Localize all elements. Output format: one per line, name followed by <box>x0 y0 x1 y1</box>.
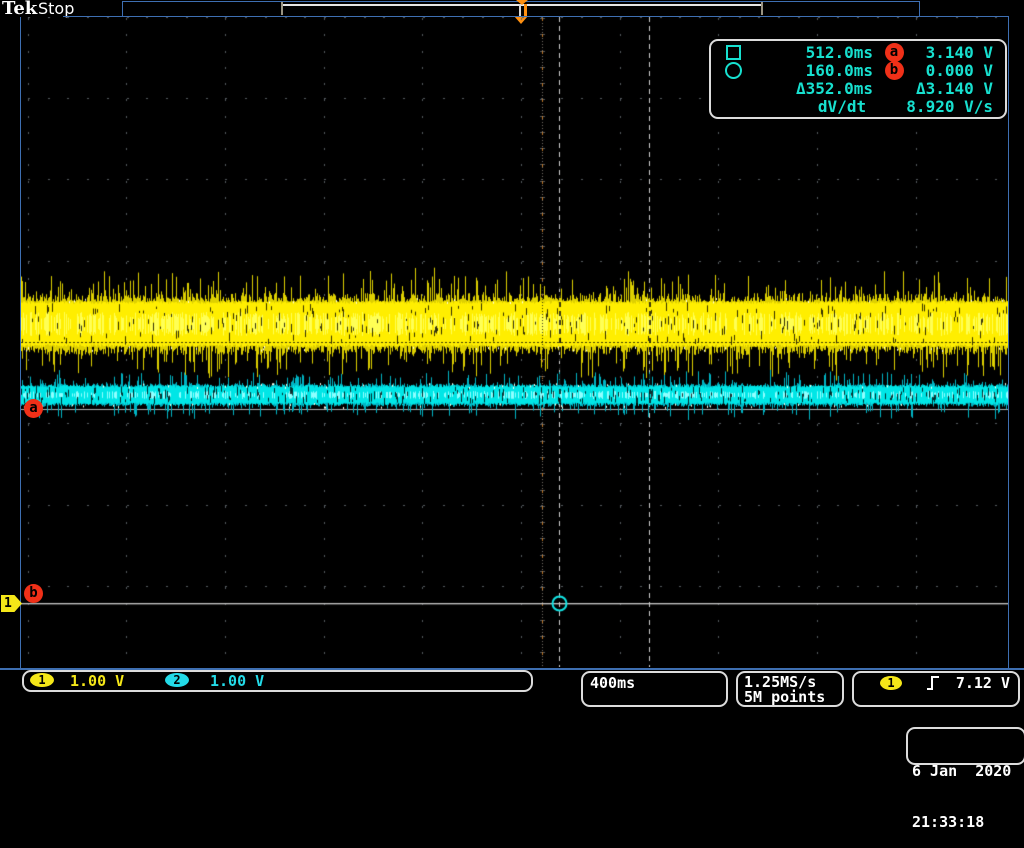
cursor-readout-box: 512.0ms a 3.140 V 160.0ms b 0.000 V Δ352… <box>709 39 1007 119</box>
cursor-a-row: 512.0ms a 3.140 V <box>711 43 1005 61</box>
ch1-badge: 1 <box>30 673 54 687</box>
cursor-b-row: 160.0ms b 0.000 V <box>711 61 1005 79</box>
cursor-delta-value: Δ3.140 V <box>915 79 1005 98</box>
cursor-b-value: 0.000 V <box>915 61 1005 80</box>
cursor-b-circle-icon <box>711 62 755 79</box>
cursor-delta-row: Δ352.0ms Δ3.140 V <box>711 79 1005 97</box>
cursor-b-time: 160.0ms <box>755 61 873 80</box>
oscilloscope-screen: { "palette": { "frame_blue": "#3e6fb2", … <box>0 0 1024 768</box>
dvdt-value: 8.920 V/s <box>906 97 1005 116</box>
channel-scale-box: 1 1.00 V 2 1.00 V <box>22 670 533 692</box>
cursor-a-badge: a <box>885 43 904 62</box>
record-window-right-bracket <box>761 2 763 15</box>
rising-edge-icon <box>926 675 940 691</box>
cursor-a-time: 512.0ms <box>755 43 873 62</box>
ch1-ground-marker: 1 <box>1 595 22 612</box>
record-window-left-bracket <box>281 2 283 15</box>
cursor-a-value: 3.140 V <box>915 43 1005 62</box>
acquisition-box: 1.25MS/s 5M points <box>736 671 844 707</box>
time-text: 21:33:18 <box>912 814 1024 831</box>
cursor-a-level-marker: a <box>24 399 43 418</box>
ch2-badge: 2 <box>165 673 189 687</box>
dvdt-label: dV/dt <box>753 97 866 116</box>
trigger-position-bar-orange <box>524 4 527 16</box>
horizontal-scale-box: 400ms <box>581 671 728 707</box>
trigger-box: 1 7.12 V <box>852 671 1020 707</box>
trigger-level: 7.12 V <box>956 674 1010 692</box>
cursor-b-badge: b <box>885 61 904 80</box>
date-text: 6 Jan 2020 <box>912 763 1024 780</box>
record-length: 5M points <box>744 688 825 706</box>
cursor-b-level-marker: b <box>24 584 43 603</box>
cursor-a-square-icon <box>711 45 755 60</box>
ch1-scale: 1.00 V <box>70 672 124 690</box>
datetime-box: 6 Jan 2020 21:33:18 <box>906 727 1024 765</box>
ch2-scale: 1.00 V <box>210 672 264 690</box>
trigger-source-badge: 1 <box>880 676 902 690</box>
screen-border-right <box>1008 16 1009 668</box>
trigger-position-bar-gray <box>519 4 521 16</box>
cursor-delta-time: Δ352.0ms <box>755 79 873 98</box>
cursor-dvdt-row: dV/dt 8.920 V/s <box>711 97 1005 115</box>
horizontal-scale: 400ms <box>590 674 635 692</box>
